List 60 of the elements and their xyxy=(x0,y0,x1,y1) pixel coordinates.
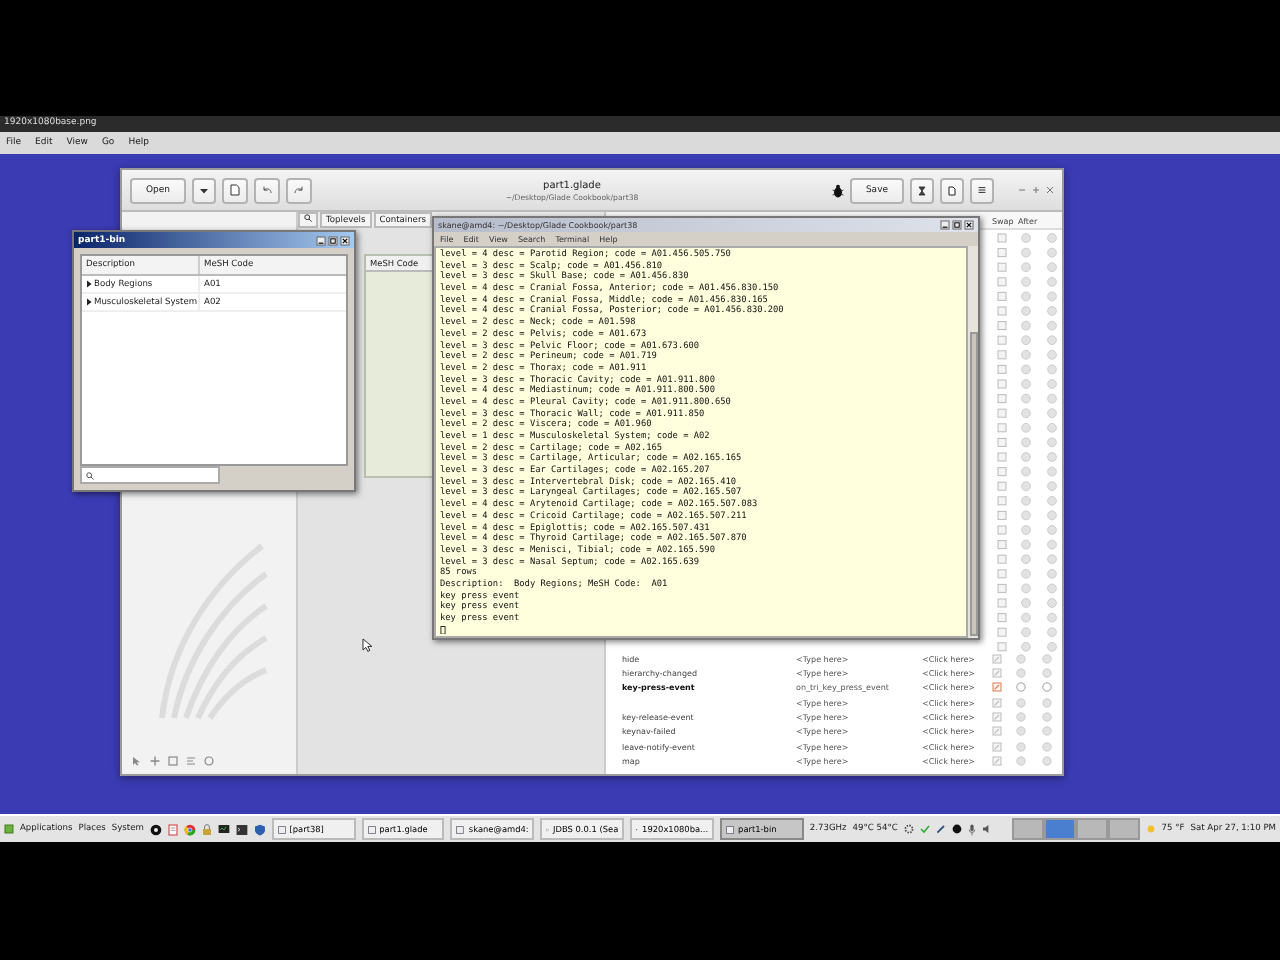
search-icon xyxy=(86,471,94,479)
lock-icon[interactable] xyxy=(201,823,212,835)
hourglass-icon xyxy=(918,185,926,195)
close-icon[interactable] xyxy=(964,220,974,230)
align-icon[interactable] xyxy=(186,755,196,765)
document-icon xyxy=(230,184,241,196)
document-icon xyxy=(948,185,956,195)
edit-icon[interactable] xyxy=(992,726,1002,737)
expander-icon[interactable] xyxy=(86,280,92,288)
circle-icon[interactable] xyxy=(149,823,162,835)
browser-icon[interactable] xyxy=(183,823,196,835)
resize-icon[interactable] xyxy=(168,755,178,765)
close-icon[interactable] xyxy=(340,235,350,245)
search-field[interactable] xyxy=(80,466,220,484)
maximize-icon[interactable] xyxy=(952,220,962,230)
redo-button[interactable] xyxy=(286,177,313,203)
text-cursor-icon xyxy=(440,625,446,634)
monitor-icon[interactable] xyxy=(217,823,230,835)
workspace-button[interactable] xyxy=(1107,818,1140,840)
minimize-icon[interactable] xyxy=(316,235,326,245)
margin-icon[interactable] xyxy=(204,755,214,765)
workspace-button[interactable] xyxy=(1075,818,1108,840)
minimize-icon[interactable] xyxy=(940,220,950,230)
move-icon[interactable] xyxy=(150,755,160,765)
edit-icon[interactable] xyxy=(992,697,1002,708)
edit-icon[interactable] xyxy=(992,668,1002,679)
workspace-button[interactable] xyxy=(1011,818,1044,840)
circle-icon[interactable] xyxy=(951,824,962,834)
pencil-icon[interactable] xyxy=(935,824,946,834)
edit-icon[interactable] xyxy=(992,755,1002,766)
search-icon xyxy=(304,214,312,222)
workspace-button[interactable] xyxy=(1043,818,1076,840)
menu-button[interactable] xyxy=(970,177,994,203)
expander-icon[interactable] xyxy=(86,298,92,306)
dropdown-button[interactable] xyxy=(192,177,217,203)
terminal-icon[interactable] xyxy=(235,823,248,835)
apps-icon[interactable] xyxy=(4,824,14,834)
edit-icon[interactable] xyxy=(992,741,1002,752)
undo-icon xyxy=(262,186,273,194)
edit-icon[interactable] xyxy=(992,711,1002,722)
speaker-icon[interactable] xyxy=(981,824,992,834)
maximize-icon[interactable] xyxy=(328,235,338,245)
edit-icon[interactable] xyxy=(992,653,1002,664)
scrollbar[interactable] xyxy=(968,246,978,638)
redo-icon xyxy=(294,186,305,194)
shield-icon[interactable] xyxy=(253,823,266,835)
caret-icon xyxy=(200,187,209,193)
undo-button[interactable] xyxy=(254,177,281,203)
hourglass-button[interactable] xyxy=(910,177,934,203)
mouse-pointer-icon xyxy=(362,638,372,652)
weather-icon xyxy=(1145,824,1156,834)
pointer-icon[interactable] xyxy=(132,755,142,765)
search-button[interactable] xyxy=(298,212,318,228)
microphone-icon[interactable] xyxy=(967,823,976,835)
check-icon[interactable] xyxy=(919,824,930,834)
beetle-icon[interactable] xyxy=(831,183,844,197)
edit-icon[interactable] xyxy=(992,682,1002,693)
notepad-icon[interactable] xyxy=(167,823,178,835)
new-file-button[interactable] xyxy=(222,177,249,203)
menu-icon xyxy=(978,186,986,194)
